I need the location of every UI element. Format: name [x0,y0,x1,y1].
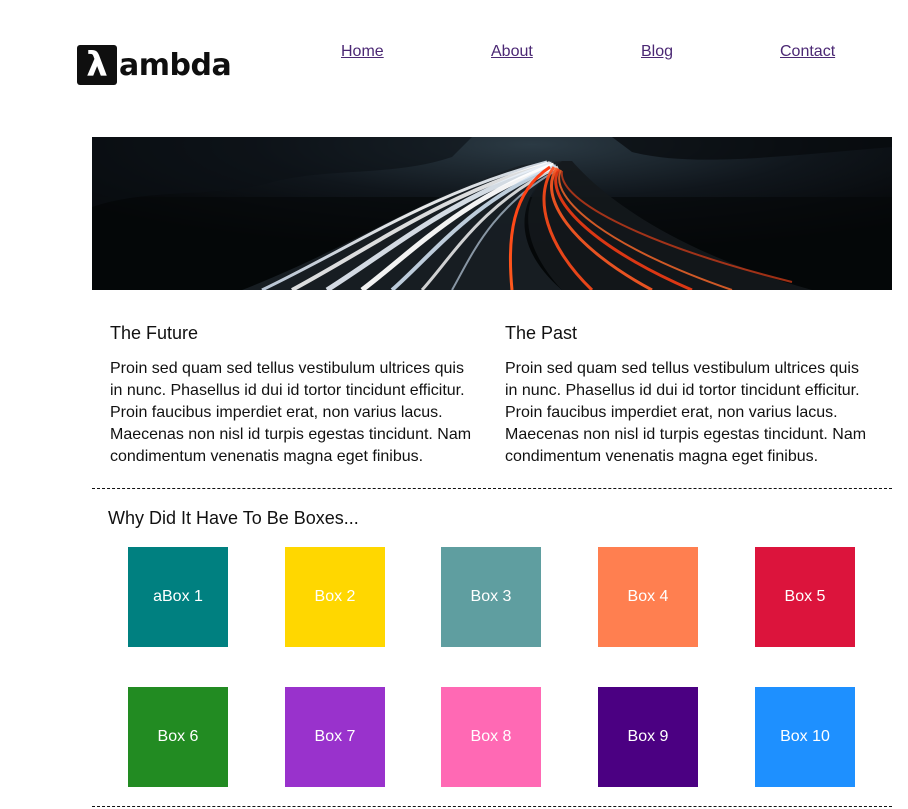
hero-image [92,137,892,290]
box-10: Box 10 [755,687,855,787]
box-3: Box 3 [441,547,541,647]
column-future: The Future Proin sed quam sed tellus ves… [110,322,480,468]
box-7: Box 7 [285,687,385,787]
nav-link-blog[interactable]: Blog [641,43,673,61]
logo-text: ambda [119,48,232,83]
dashed-divider [92,806,892,807]
column-heading: The Future [110,323,199,343]
nav-link-home[interactable]: Home [341,43,384,61]
column-past: The Past Proin sed quam sed tellus vesti… [505,322,875,468]
box-2: Box 2 [285,547,385,647]
column-heading: The Past [505,323,578,343]
nav-link-about[interactable]: About [491,43,533,61]
box-8: Box 8 [441,687,541,787]
lambda-icon: λ [77,45,117,85]
box-6: Box 6 [128,687,228,787]
column-body: Proin sed quam sed tellus vestibulum ult… [110,360,472,465]
box-9: Box 9 [598,687,698,787]
boxes-section-title: Why Did It Have To Be Boxes... [108,508,359,528]
column-body: Proin sed quam sed tellus vestibulum ult… [505,360,867,465]
box-4: Box 4 [598,547,698,647]
dashed-divider [92,488,892,489]
nav-link-contact[interactable]: Contact [780,43,835,61]
box-5: Box 5 [755,547,855,647]
lambda-logo: λ ambda [77,44,232,86]
box-1: aBox 1 [128,547,228,647]
